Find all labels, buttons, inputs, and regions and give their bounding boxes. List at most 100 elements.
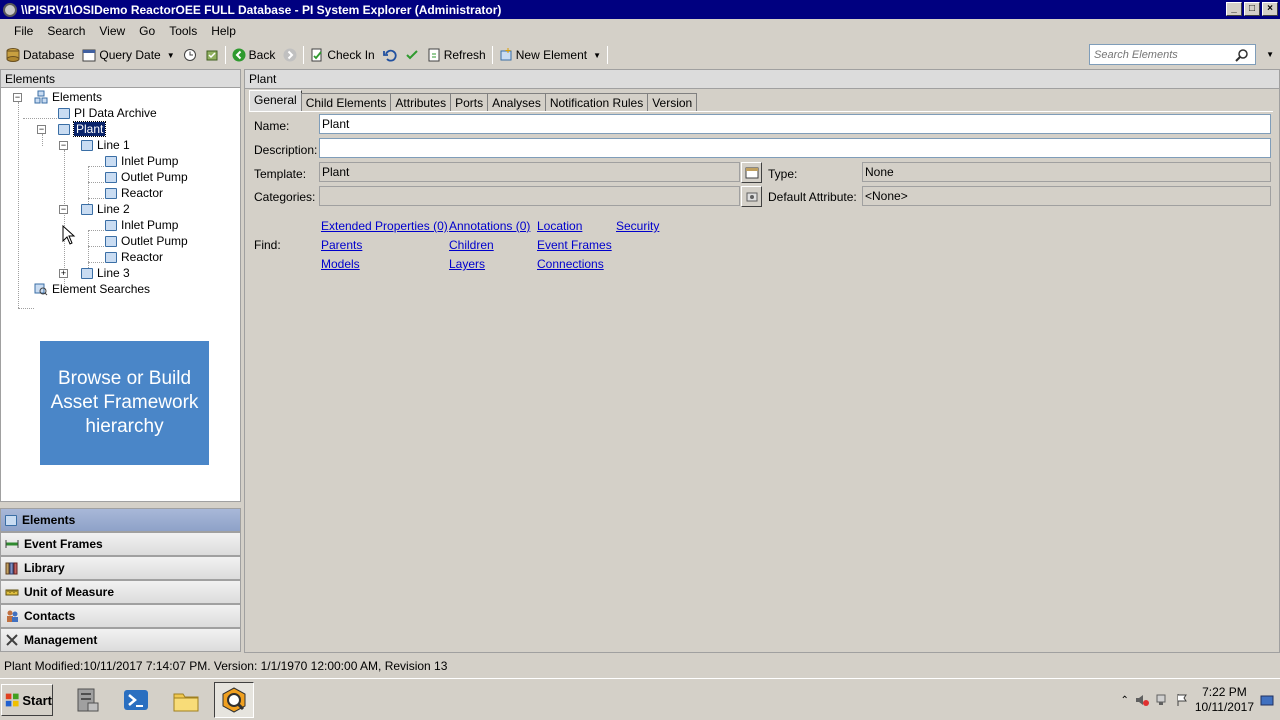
tree-node-line-2[interactable]: Line 2 xyxy=(81,201,130,217)
tab-version[interactable]: Version xyxy=(647,93,698,112)
nav-label: Management xyxy=(24,633,98,647)
menu-tools[interactable]: Tools xyxy=(162,24,204,38)
connections-link[interactable]: Connections xyxy=(537,257,604,271)
checkout-button[interactable] xyxy=(201,44,223,66)
maximize-button[interactable]: □ xyxy=(1244,2,1260,16)
chevron-down-icon[interactable]: ▼ xyxy=(593,51,601,60)
toolbar: Database Query Date ▼ Back Check In Refr… xyxy=(0,43,1280,67)
tree-node-label: Reactor xyxy=(121,250,164,264)
tree-node-element-searches[interactable]: Element Searches xyxy=(34,281,150,297)
collapse-toggle[interactable]: − xyxy=(59,205,68,214)
tree-node-label: Inlet Pump xyxy=(121,218,179,232)
clock[interactable]: 7:22 PM 10/11/2017 xyxy=(1195,685,1254,715)
tab-attributes[interactable]: Attributes xyxy=(390,93,452,112)
menu-go[interactable]: Go xyxy=(132,24,162,38)
pi-system-explorer-taskbar-icon[interactable] xyxy=(214,682,254,718)
tree-node-reactor[interactable]: Reactor xyxy=(105,185,163,201)
models-link[interactable]: Models xyxy=(321,257,360,271)
database-button[interactable]: Database xyxy=(2,44,78,66)
tree-node-inlet-pump[interactable]: Inlet Pump xyxy=(105,153,178,169)
location-link[interactable]: Location xyxy=(537,219,582,233)
tree-node-outlet-pump[interactable]: Outlet Pump xyxy=(105,233,188,249)
template-label: Template: xyxy=(254,167,307,181)
history-button[interactable] xyxy=(179,44,201,66)
tab-analyses[interactable]: Analyses xyxy=(487,93,546,112)
default-attribute-field[interactable]: <None> xyxy=(862,186,1271,206)
file-explorer-taskbar-icon[interactable] xyxy=(166,682,206,718)
search-input[interactable] xyxy=(1094,48,1234,61)
new-element-label: New Element xyxy=(515,48,588,62)
apply-button[interactable] xyxy=(401,44,423,66)
search-icon[interactable] xyxy=(1235,48,1249,62)
event-frames-link[interactable]: Event Frames xyxy=(537,238,612,252)
action-center-flag-icon[interactable] xyxy=(1175,693,1189,707)
nav-label: Unit of Measure xyxy=(24,585,115,599)
search-elements-box[interactable] xyxy=(1089,44,1256,65)
powershell-taskbar-icon[interactable] xyxy=(116,682,156,718)
menu-bar: File Search View Go Tools Help xyxy=(0,19,1280,43)
tree-node-outlet-pump[interactable]: Outlet Pump xyxy=(105,169,188,185)
show-desktop-icon[interactable] xyxy=(1260,693,1274,707)
window-title: \\PISRV1\OSIDemo ReactorOEE FULL Databas… xyxy=(21,2,502,17)
nav-unit-of-measure[interactable]: Unit of Measure xyxy=(0,580,241,604)
minimize-button[interactable]: _ xyxy=(1226,2,1242,16)
nav-library[interactable]: Library xyxy=(0,556,241,580)
tree-node-line-1[interactable]: Line 1 xyxy=(81,137,130,153)
name-field[interactable]: Plant xyxy=(319,114,1271,134)
collapse-toggle[interactable]: − xyxy=(59,141,68,150)
children-link[interactable]: Children xyxy=(449,238,494,252)
forward-button[interactable] xyxy=(279,44,301,66)
close-button[interactable]: × xyxy=(1262,2,1278,16)
security-link[interactable]: Security xyxy=(616,219,659,233)
tab-ports[interactable]: Ports xyxy=(450,93,489,112)
show-hidden-icons-icon[interactable]: ⌃ xyxy=(1120,695,1128,706)
tree-node-label: Plant xyxy=(72,121,107,137)
extended-properties-link[interactable]: Extended Properties (0) xyxy=(321,219,448,233)
undo-checkout-button[interactable] xyxy=(379,44,401,66)
expand-toggle[interactable]: + xyxy=(59,269,68,278)
parents-link[interactable]: Parents xyxy=(321,238,362,252)
nav-elements[interactable]: Elements xyxy=(0,508,241,532)
categories-field xyxy=(319,186,740,206)
back-button[interactable]: Back xyxy=(228,44,280,66)
tab-notification-rules[interactable]: Notification Rules xyxy=(544,93,649,112)
tree-node-inlet-pump[interactable]: Inlet Pump xyxy=(105,217,178,233)
start-button[interactable]: Start xyxy=(1,684,53,716)
nav-event-frames[interactable]: Event Frames xyxy=(0,532,241,556)
tree-node-reactor[interactable]: Reactor xyxy=(105,249,163,265)
menu-file[interactable]: File xyxy=(7,24,40,38)
tree-node-label: Element Searches xyxy=(52,282,151,296)
tab-general[interactable]: General xyxy=(249,90,302,112)
new-element-button[interactable]: New Element ▼ xyxy=(495,44,605,66)
query-date-button[interactable]: Query Date ▼ xyxy=(78,44,178,66)
collapse-toggle[interactable]: − xyxy=(37,125,46,134)
network-icon[interactable] xyxy=(1155,693,1169,707)
categories-picker-button[interactable] xyxy=(741,186,762,207)
server-manager-taskbar-icon[interactable] xyxy=(67,682,107,718)
refresh-button[interactable]: Refresh xyxy=(423,44,490,66)
annotations-link[interactable]: Annotations (0) xyxy=(449,219,530,233)
layers-link[interactable]: Layers xyxy=(449,257,485,271)
search-dropdown-icon[interactable]: ▼ xyxy=(1266,50,1274,59)
description-field[interactable] xyxy=(319,138,1271,158)
tree-node-line-3[interactable]: Line 3 xyxy=(81,265,130,281)
tree-node-elements-root[interactable]: Elements xyxy=(34,89,102,105)
menu-view[interactable]: View xyxy=(92,24,132,38)
mouse-cursor-icon xyxy=(62,225,76,245)
back-label: Back xyxy=(248,48,276,62)
collapse-toggle[interactable]: − xyxy=(13,93,22,102)
check-in-button[interactable]: Check In xyxy=(306,44,378,66)
elements-icon xyxy=(5,514,17,526)
nav-management[interactable]: Management xyxy=(0,628,241,652)
menu-help[interactable]: Help xyxy=(204,24,243,38)
tab-child-elements[interactable]: Child Elements xyxy=(300,93,392,112)
tree-node-plant[interactable]: Plant xyxy=(58,121,107,137)
tree-node-pi-data-archive[interactable]: PI Data Archive xyxy=(58,105,157,121)
chevron-down-icon[interactable]: ▼ xyxy=(167,51,175,60)
promo-callout: Browse or Build Asset Framework hierarch… xyxy=(40,341,209,465)
speaker-muted-icon[interactable] xyxy=(1135,693,1149,707)
back-arrow-icon xyxy=(232,48,246,62)
menu-search[interactable]: Search xyxy=(40,24,92,38)
nav-contacts[interactable]: Contacts xyxy=(0,604,241,628)
template-picker-button[interactable] xyxy=(741,162,762,183)
